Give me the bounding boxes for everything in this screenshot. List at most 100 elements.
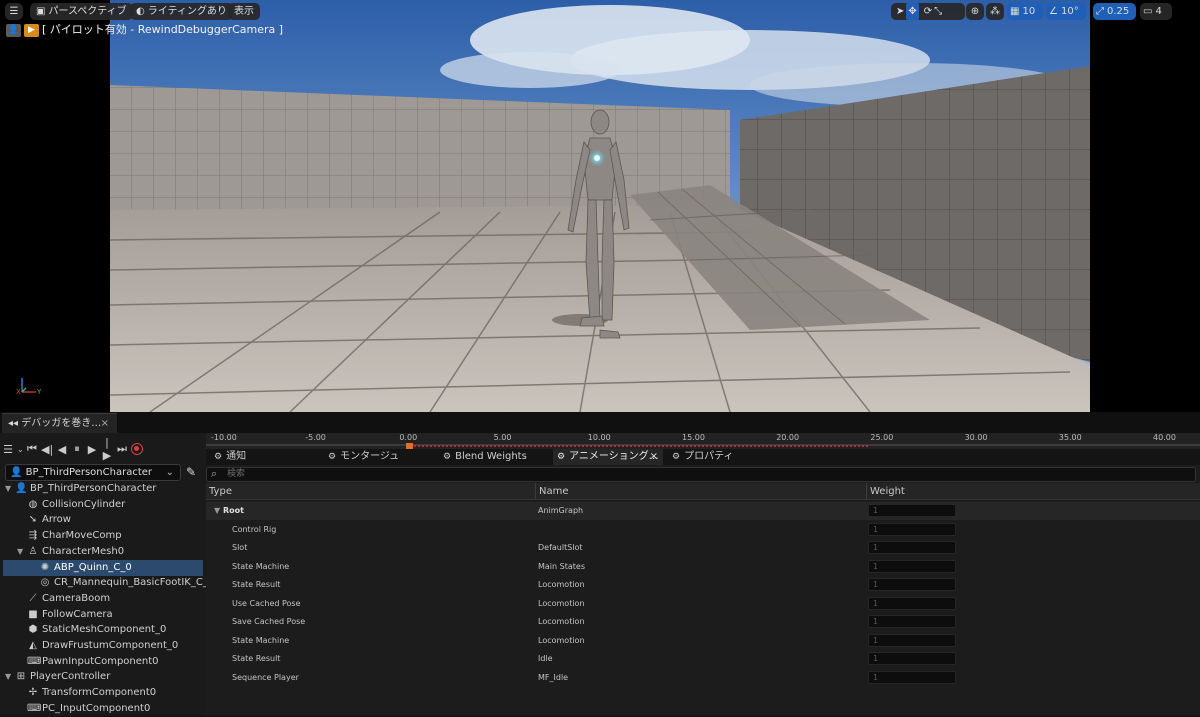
move-icon[interactable]: ✥ (906, 3, 919, 20)
tree-item[interactable]: ◎ CR_Mannequin_BasicFootIK_C_0 (3, 575, 215, 591)
cell-name: Locomotion (538, 598, 585, 608)
table-row[interactable]: Use Cached Pose Locomotion 1 (206, 595, 1200, 613)
scale-snap-button[interactable]: ⤢ 0.25 (1093, 3, 1136, 20)
grid-snap-button[interactable]: ▦ 10 (1007, 3, 1043, 20)
table-row[interactable]: State Machine Main States 1 (206, 558, 1200, 576)
pilot-actor-icon[interactable]: 👤 (6, 23, 21, 37)
eyedropper-icon[interactable]: ✎ (186, 464, 200, 480)
column-divider[interactable] (866, 483, 867, 500)
close-tab-button[interactable]: × (650, 449, 658, 465)
table-row[interactable]: Sequence Player MF_Idle 1 (206, 669, 1200, 687)
coordinate-space-button[interactable]: ⊕ (966, 3, 984, 20)
show-button[interactable]: 表示 (228, 3, 260, 20)
pilot-eject-icon[interactable]: ▶ (24, 23, 39, 37)
column-weight[interactable]: Weight (870, 483, 905, 500)
tree-item[interactable]: ▼ 👤 BP_ThirdPersonCharacter (3, 481, 203, 497)
play-icon[interactable]: ▶ (86, 443, 98, 456)
table-row[interactable]: State Result Locomotion 1 (206, 576, 1200, 594)
rotate-icon[interactable]: ⟳ (924, 3, 932, 20)
pause-icon[interactable]: ⏸ (71, 442, 83, 456)
snap-icon: ⁂ (990, 6, 1000, 17)
light-icon: ◐ (136, 6, 145, 17)
tree-item[interactable]: ◭ DrawFrustumComponent_0 (3, 638, 203, 654)
details-tab[interactable]: ⚙ アニメーショング… × (553, 449, 663, 465)
weight-field[interactable]: 1 (868, 633, 956, 647)
cell-type: Sequence Player (232, 669, 299, 687)
tree-item[interactable]: ✢ TransformComponent0 (3, 685, 203, 701)
play-reverse-icon[interactable]: ◀ (56, 443, 68, 456)
scale-icon[interactable]: ⤡ (934, 3, 942, 20)
expand-arrow-icon[interactable]: ▼ (5, 669, 15, 685)
column-type[interactable]: Type (209, 483, 232, 500)
angle-icon: ∠ (1049, 6, 1058, 17)
rotation-snap-button[interactable]: ∠ 10° (1046, 3, 1086, 20)
tree-item[interactable]: ▼ ♙ CharacterMesh0 (3, 544, 203, 560)
level-viewport[interactable]: ☰ ▣ パースペクティブ ◐ ライティングあり 表示 ➤ ✥ ⟳ ⤡ ⊕ ⁂ ▦ 10 ∠ 1… (0, 0, 1200, 412)
table-row[interactable]: State Result Idle 1 (206, 650, 1200, 668)
skip-to-end-icon[interactable]: ⏭ (116, 442, 128, 456)
expand-arrow-icon[interactable]: ▼ (214, 506, 223, 515)
table-row[interactable]: Save Cached Pose Locomotion 1 (206, 613, 1200, 631)
pilot-text: [ パイロット有効 - RewindDebuggerCamera ] (42, 23, 284, 36)
search-input[interactable]: ⌕ 検索 (206, 467, 1196, 482)
step-back-icon[interactable]: ◀| (41, 443, 53, 456)
table-row[interactable]: ▼ Root AnimGraph 1 (206, 502, 1200, 520)
cell-type-text: Slot (232, 543, 248, 552)
tree-item[interactable]: ■ FollowCamera (3, 607, 203, 623)
column-name[interactable]: Name (539, 483, 569, 500)
tree-item[interactable]: ◍ CollisionCylinder (3, 497, 203, 513)
tree-item-label: PawnInputComponent0 (42, 655, 159, 667)
rewind-debugger-tab[interactable]: ◂◂ デバッガを巻き… × (2, 413, 117, 433)
table-row[interactable]: Control Rig 1 (206, 521, 1200, 539)
weight-field[interactable]: 1 (868, 522, 956, 536)
tree-item[interactable]: ⟋ CameraBoom (3, 591, 203, 607)
close-tab-button[interactable]: × (101, 414, 109, 433)
tree-item[interactable]: ▼ ⊞ PlayerController (3, 669, 203, 685)
tree-item[interactable]: ➘ Arrow (3, 512, 203, 528)
weight-field[interactable]: 1 (868, 615, 956, 628)
weight-field[interactable]: 1 (868, 504, 956, 517)
weight-field[interactable]: 1 (868, 559, 956, 573)
details-tab[interactable]: ⚙ Blend Weights (439, 449, 549, 465)
cell-name: AnimGraph (538, 506, 584, 515)
weight-field[interactable]: 1 (868, 578, 956, 591)
table-row[interactable]: State Machine Locomotion 1 (206, 632, 1200, 650)
cell-type: Use Cached Pose (232, 595, 301, 613)
expand-arrow-icon[interactable]: ▼ (5, 481, 15, 497)
scene-image (110, 0, 1090, 412)
viewport-menu-button[interactable]: ☰ (5, 3, 23, 20)
details-tab[interactable]: ⚙ モンタージュ (324, 449, 434, 465)
expand-arrow-icon[interactable]: ▼ (17, 544, 27, 560)
details-tab[interactable]: ⚙ プロパティ (668, 449, 788, 465)
tree-item-label: TransformComponent0 (42, 687, 157, 699)
tree-item-label: CollisionCylinder (42, 498, 126, 510)
details-tab[interactable]: ⚙ 通知 (210, 449, 320, 465)
column-divider[interactable] (535, 483, 536, 500)
actor-selector[interactable]: 👤 BP_ThirdPersonCharacter ⌄ (5, 464, 181, 481)
step-forward-icon[interactable]: |▶ (101, 436, 113, 462)
lighting-button[interactable]: ◐ ライティングあり (130, 3, 233, 20)
perspective-button[interactable]: ▣ パースペクティブ (30, 3, 133, 20)
tree-item[interactable]: ✺ ABP_Quinn_C_0 (3, 559, 203, 576)
tree-item[interactable]: ⌨PawnInputComponent0 (3, 654, 203, 670)
skip-to-start-icon[interactable]: ⏮ (26, 442, 38, 456)
notify-icon: ⚙ (214, 452, 223, 462)
weight-field[interactable]: 1 (868, 670, 956, 684)
cell-name: Locomotion (538, 635, 585, 645)
weight-field[interactable]: 1 (868, 541, 956, 554)
table-row[interactable]: Slot DefaultSlot 1 (206, 539, 1200, 557)
weight-field[interactable]: 1 (868, 596, 956, 610)
timeline-ruler[interactable]: -10.00 -5.00 0.00 5.00 10.00 15.00 20.00 25.00 3… (206, 433, 1200, 450)
select-icon[interactable]: ➤ (896, 3, 904, 20)
scene-render[interactable] (110, 0, 1090, 412)
menu-icon[interactable]: ☰ (2, 443, 14, 456)
tree-item[interactable]: ⇶ CharMoveComp (3, 528, 203, 544)
timeline-tick-label: 5.00 (493, 433, 512, 442)
surface-snap-button[interactable]: ⁂ (986, 3, 1004, 20)
chevron-down-icon[interactable]: ⌄ (17, 445, 24, 454)
weight-field[interactable]: 1 (868, 652, 956, 665)
camera-speed-button[interactable]: ▭ 4 (1140, 3, 1172, 20)
tree-item[interactable]: ⬢ StaticMeshComponent_0 (3, 622, 203, 638)
record-button[interactable] (131, 443, 143, 455)
tree-item[interactable]: ⌨PC_InputComponent0 (3, 701, 203, 717)
